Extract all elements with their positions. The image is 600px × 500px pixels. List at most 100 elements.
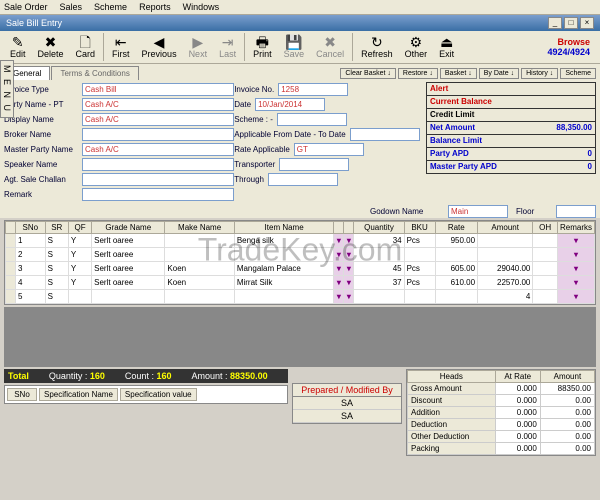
other-icon: ⚙ (410, 35, 423, 49)
lbl-broker-name: Broker Name (4, 130, 82, 139)
lbl-invoice-no-: Invoice No. (234, 85, 274, 94)
toolbtn-refresh[interactable]: ↻Refresh (355, 33, 399, 61)
items-grid[interactable]: SNoSRQFGrade NameMake NameItem Name Quant… (4, 220, 596, 305)
row-action-icon[interactable]: ▾ (334, 290, 344, 304)
inp-remark[interactable] (82, 188, 234, 201)
lbl-remark: Remark (4, 190, 82, 199)
minimize-button[interactable]: _ (548, 17, 562, 29)
minibtn-clear[interactable]: Clear Basket ↓ (340, 68, 396, 79)
menu-saleorder[interactable]: Sale Order (4, 2, 48, 12)
toolbtn-save: 💾Save (278, 33, 311, 61)
toolbtn-print[interactable]: 🖶Print (247, 33, 278, 61)
col-oh[interactable]: OH (533, 222, 558, 234)
inp-agt-sale-challan[interactable] (82, 173, 234, 186)
col-make-name[interactable]: Make Name (165, 222, 234, 234)
alert-current-balance: Current Balance (426, 95, 596, 109)
inp-through[interactable] (268, 173, 338, 186)
browse-label[interactable]: Browse (547, 37, 590, 47)
grid-empty-area (4, 307, 596, 367)
table-row[interactable]: 2SYSerlt oaree▾▾▾ (6, 248, 595, 262)
menu-scheme[interactable]: Scheme (94, 2, 127, 12)
inp-applicable-from-date-to-date[interactable] (350, 128, 420, 141)
godown-input[interactable] (448, 205, 508, 218)
toolbar: ✎Edit✖Delete🗋Card⇤First◀Previous▶Next⇥La… (0, 31, 600, 64)
table-row[interactable]: 5S▾▾4▾ (6, 290, 595, 304)
table-row[interactable]: 4SYSerlt oareeKoenMirrat Silk▾▾37Pcs610.… (6, 276, 595, 290)
head-row-gross-amount[interactable]: Gross Amount0.00088350.00 (408, 383, 595, 395)
last-icon: ⇥ (222, 35, 234, 49)
edit-icon: ✎ (12, 35, 24, 49)
inp-display-name[interactable] (82, 113, 234, 126)
toolbtn-next: ▶Next (183, 33, 214, 61)
col-quantity[interactable]: Quantity (354, 222, 404, 234)
toolbtn-previous[interactable]: ◀Previous (136, 33, 183, 61)
col-remarks[interactable]: Remarks (557, 222, 594, 234)
head-row-addition[interactable]: Addition0.0000.00 (408, 407, 595, 419)
inp-rate-applicable[interactable] (294, 143, 364, 156)
lbl-scheme-: Scheme : - (234, 115, 273, 124)
close-button[interactable]: × (580, 17, 594, 29)
lbl-display-name: Display Name (4, 115, 82, 124)
prepared-by: Prepared / Modified By SA SA (292, 383, 402, 424)
floor-input[interactable] (556, 205, 596, 218)
lbl-master-party-name: Master Party Name (4, 145, 82, 154)
minibtn-basket[interactable]: Basket ↓ (440, 68, 477, 79)
inp-invoice-type[interactable] (82, 83, 234, 96)
toolbtn-first[interactable]: ⇤First (106, 33, 136, 61)
col-sr[interactable]: SR (45, 222, 68, 234)
cancel-icon: ✖ (324, 35, 336, 49)
spec-grid[interactable]: SNo Specification Name Specification val… (4, 385, 288, 404)
row-action-icon[interactable]: ▾ (334, 234, 344, 248)
col-item-name[interactable]: Item Name (234, 222, 334, 234)
lbl-speaker-name: Speaker Name (4, 160, 82, 169)
col-x[interactable] (6, 222, 16, 234)
menu-sales[interactable]: Sales (60, 2, 83, 12)
inp-party-name-pt[interactable] (82, 98, 234, 111)
col-bku[interactable]: BKU (404, 222, 435, 234)
menu-windows[interactable]: Windows (183, 2, 220, 12)
inp-broker-name[interactable] (82, 128, 234, 141)
inp-speaker-name[interactable] (82, 158, 234, 171)
col-rate[interactable]: Rate (435, 222, 478, 234)
head-row-other-deduction[interactable]: Other Deduction0.0000.00 (408, 431, 595, 443)
maximize-button[interactable]: □ (564, 17, 578, 29)
row-action-icon[interactable]: ▾ (334, 262, 344, 276)
inp-scheme-[interactable] (277, 113, 347, 126)
inp-master-party-name[interactable] (82, 143, 234, 156)
minibtn-restore[interactable]: Restore ↓ (398, 68, 438, 79)
inp-transporter[interactable] (279, 158, 349, 171)
lbl-invoice-type: Invoice Type (4, 85, 82, 94)
table-row[interactable]: 1SYSerlt oareeBenga silk▾▾34Pcs950.00▾ (6, 234, 595, 248)
head-row-packing[interactable]: Packing0.0000.00 (408, 443, 595, 455)
col-sno[interactable]: SNo (16, 222, 46, 234)
tab-row: General Terms & Conditions Clear Basket … (0, 64, 600, 80)
alert-alert: Alert (426, 82, 596, 96)
toolbtn-delete[interactable]: ✖Delete (32, 33, 70, 61)
toolbtn-exit[interactable]: ⏏Exit (433, 33, 460, 61)
tab-terms[interactable]: Terms & Conditions (51, 66, 138, 80)
alert-master-party-apd: Master Party APD0 (426, 160, 596, 174)
toolbtn-edit[interactable]: ✎Edit (4, 33, 32, 61)
toolbtn-other[interactable]: ⚙Other (399, 33, 434, 61)
menu-reports[interactable]: Reports (139, 2, 171, 12)
col-x[interactable] (344, 222, 354, 234)
inp-date[interactable] (255, 98, 325, 111)
side-menu[interactable]: M E N U (0, 60, 14, 118)
col-amount[interactable]: Amount (478, 222, 533, 234)
minibtn-history[interactable]: History ↓ (521, 68, 558, 79)
heads-grid[interactable]: HeadsAt RateAmountGross Amount0.00088350… (406, 369, 596, 456)
col-grade-name[interactable]: Grade Name (92, 222, 165, 234)
row-action-icon[interactable]: ▾ (334, 276, 344, 290)
col-x[interactable] (334, 222, 344, 234)
toolbtn-card[interactable]: 🗋Card (70, 33, 102, 61)
col-qf[interactable]: QF (68, 222, 91, 234)
minibtn-scheme[interactable]: Scheme (560, 68, 596, 79)
row-action-icon[interactable]: ▾ (334, 248, 344, 262)
head-row-discount[interactable]: Discount0.0000.00 (408, 395, 595, 407)
print-icon: 🖶 (256, 35, 269, 49)
lbl-applicable-from-date-to-date: Applicable From Date - To Date (234, 130, 345, 139)
inp-invoice-no-[interactable] (278, 83, 348, 96)
table-row[interactable]: 3SYSerlt oareeKoenMangalam Palace▾▾45Pcs… (6, 262, 595, 276)
head-row-deduction[interactable]: Deduction0.0000.00 (408, 419, 595, 431)
minibtn-by[interactable]: By Date ↓ (479, 68, 519, 79)
